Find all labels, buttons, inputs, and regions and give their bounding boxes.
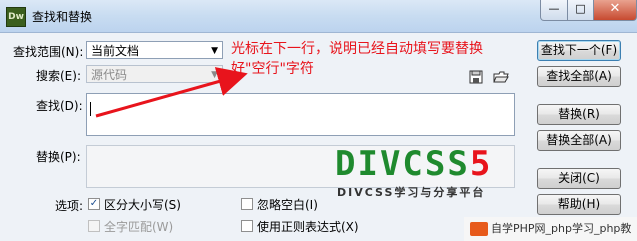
site-watermark: 自学PHP网_php学习_php教 [464,217,637,241]
divcss-subtitle: DIVCSS学习与分享平台 [337,186,486,199]
site-watermark-text: 自学PHP网_php学习_php教 [491,222,632,235]
divcss-logo: DIVCSS5 [335,144,492,184]
divcss-logo-text: DIVCSS [335,144,470,184]
site-logo-icon [470,222,488,236]
divcss-logo-digit: 5 [469,144,493,184]
annotation-arrow [95,67,248,118]
